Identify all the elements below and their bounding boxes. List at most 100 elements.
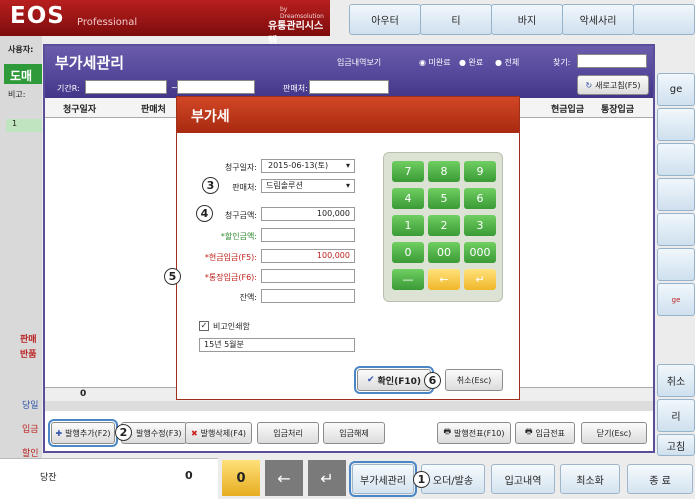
grid-scrollbar[interactable] <box>45 401 653 411</box>
category-pants-button[interactable]: 바지 <box>491 4 563 35</box>
enter-key[interactable]: ↵ <box>308 460 346 496</box>
key-00[interactable]: 00 <box>428 242 460 263</box>
add-invoice-button[interactable]: ✚ 발행추가(F2) <box>48 419 118 447</box>
plus-icon: ✚ <box>55 428 63 438</box>
amount-field[interactable]: 100,000 <box>261 207 355 221</box>
delete-invoice-button[interactable]: ✖ 발행삭제(F4) <box>185 422 252 444</box>
deposit-slip-button[interactable]: 🖶 입금전표 <box>515 422 575 444</box>
side-button-6[interactable] <box>657 248 695 281</box>
balance-dialog-label: 잔액: <box>239 293 257 302</box>
cancel-button[interactable]: 취소(Esc) <box>445 369 503 391</box>
vat-manager-title: 부가세관리 <box>55 54 125 72</box>
note-field[interactable]: 15년 5월분 <box>199 338 355 352</box>
numeric-keypad: 7 8 9 4 5 6 1 2 3 0 00 000 — ← ↵ <box>383 152 503 302</box>
app-logo: EOS <box>10 3 65 29</box>
side-manage-button[interactable]: 리 <box>657 399 695 432</box>
marker-3: 3 <box>202 177 219 194</box>
note-checkbox[interactable]: ✓ <box>199 321 209 331</box>
cash-label: *현금입금(F5): <box>204 253 257 262</box>
key-minus[interactable]: — <box>392 269 424 290</box>
key-2[interactable]: 2 <box>428 215 460 236</box>
balance-field[interactable] <box>261 289 355 303</box>
key-8[interactable]: 8 <box>428 161 460 182</box>
key-000[interactable]: 000 <box>464 242 496 263</box>
receipt-history-button[interactable]: 입고내역 <box>491 464 555 494</box>
category-outer-button[interactable]: 아우터 <box>349 4 421 35</box>
left-panel: 사용자: 도매 비고: 1 판매 반품 당일 입금 할인금 <box>0 36 42 499</box>
deposit-cancel-button[interactable]: 입금해제 <box>323 422 385 444</box>
bank-label: *통장입금(F6): <box>204 273 257 282</box>
deposit-process-button[interactable]: 입금처리 <box>257 422 319 444</box>
category-extra-button[interactable] <box>633 4 695 35</box>
col-seller: 판매처 <box>141 105 166 115</box>
side-button-3[interactable] <box>657 143 695 176</box>
side-cancel-button[interactable]: 취소 <box>657 364 695 397</box>
seller-filter-select[interactable] <box>309 80 389 94</box>
period-label: 기간R: <box>57 84 80 93</box>
printer-icon: 🖶 <box>524 427 533 436</box>
key-6[interactable]: 6 <box>464 188 496 209</box>
vat-dialog: 부가세 청구일자: 2015-06-13(토) ▾ 판매처: 드림솔루션 ▾ 청구금… <box>176 96 520 400</box>
return-label: 반품 <box>20 350 37 360</box>
key-3[interactable]: 3 <box>464 215 496 236</box>
key-enter-icon[interactable]: ↵ <box>464 269 496 290</box>
key-0[interactable]: 0 <box>392 242 424 263</box>
marker-1: 1 <box>413 471 430 488</box>
category-accessory-button[interactable]: 악세사리 <box>562 4 634 35</box>
side-button-1[interactable]: ge <box>657 73 695 106</box>
refresh-button[interactable]: ↻ 새로고침(F5) <box>577 75 649 95</box>
arrow-left-icon: ← <box>277 468 291 488</box>
side-button-4[interactable] <box>657 178 695 211</box>
chevron-down-icon: ▾ <box>345 181 350 190</box>
date-select[interactable]: 2015-06-13(토) ▾ <box>261 159 355 173</box>
search-label: 찾기: <box>553 58 571 67</box>
key-7[interactable]: 7 <box>392 161 424 182</box>
order-ship-button[interactable]: 오더/발송 <box>421 464 485 494</box>
minimize-button[interactable]: 최소화 <box>560 464 620 494</box>
balance-strip: 당잔 0 <box>0 458 218 499</box>
vat-dialog-header: 부가세 <box>177 97 519 133</box>
app-header: EOS Professional by Dreamsolution 유통관리시스… <box>0 0 330 47</box>
key-4[interactable]: 4 <box>392 188 424 209</box>
filter-unpaid-radio[interactable]: ◉ 미완료 <box>419 57 451 68</box>
key-1[interactable]: 1 <box>392 215 424 236</box>
discount-field[interactable] <box>261 228 355 242</box>
seller-select[interactable]: 드림솔루션 ▾ <box>261 179 355 193</box>
key-5[interactable]: 5 <box>428 188 460 209</box>
side-refresh-button[interactable]: 고침 <box>657 434 695 456</box>
backspace-key[interactable]: ← <box>265 460 303 496</box>
period-start-select[interactable] <box>85 80 167 94</box>
key-backspace-icon[interactable]: ← <box>428 269 460 290</box>
vat-manage-button[interactable]: 부가세관리 <box>349 461 417 497</box>
col-cash: 현금입금 <box>551 105 585 115</box>
bank-field[interactable] <box>261 269 355 283</box>
user-type-button[interactable]: 도매 <box>4 64 42 84</box>
filter-done-radio[interactable]: ● 완료 <box>459 57 483 68</box>
zero-key[interactable]: 0 <box>222 460 260 496</box>
search-input[interactable] <box>577 54 647 68</box>
side-button-2[interactable] <box>657 108 695 141</box>
marker-5: 5 <box>164 268 181 285</box>
exit-button[interactable]: 종 료 <box>627 464 693 494</box>
confirm-button[interactable]: ✔ 확인(F10) <box>354 366 434 394</box>
side-button-7[interactable]: ge <box>657 283 695 316</box>
period-end-select[interactable] <box>177 80 255 94</box>
vat-manager-header: 부가세관리 입금내역보기 ◉ 미완료 ● 완료 ● 전체 찾기: ↻ 새로고침(F… <box>45 46 653 98</box>
right-side-panel: ge ge 취소 리 고침 <box>657 36 695 456</box>
today-label: 당일 <box>22 401 39 411</box>
filter-all-radio[interactable]: ● 전체 <box>495 57 519 68</box>
cash-field[interactable]: 100,000 <box>261 249 355 263</box>
balance-label: 당잔 <box>40 473 57 483</box>
amount-label: 청구금액: <box>224 211 257 220</box>
deposit-label: 입금 <box>22 425 39 435</box>
side-button-5[interactable] <box>657 213 695 246</box>
memo-label: 비고: <box>8 90 26 99</box>
col-date: 청구일자 <box>63 105 97 115</box>
printer-icon: 🖶 <box>443 427 452 436</box>
print-invoice-button[interactable]: 🖶 발행전표(F10) <box>437 422 511 444</box>
close-button[interactable]: 닫기(Esc) <box>581 422 647 444</box>
category-tshirt-button[interactable]: 티 <box>420 4 492 35</box>
grid-total-value: 0 <box>80 389 87 399</box>
key-9[interactable]: 9 <box>464 161 496 182</box>
vat-dialog-title: 부가세 <box>191 109 230 125</box>
